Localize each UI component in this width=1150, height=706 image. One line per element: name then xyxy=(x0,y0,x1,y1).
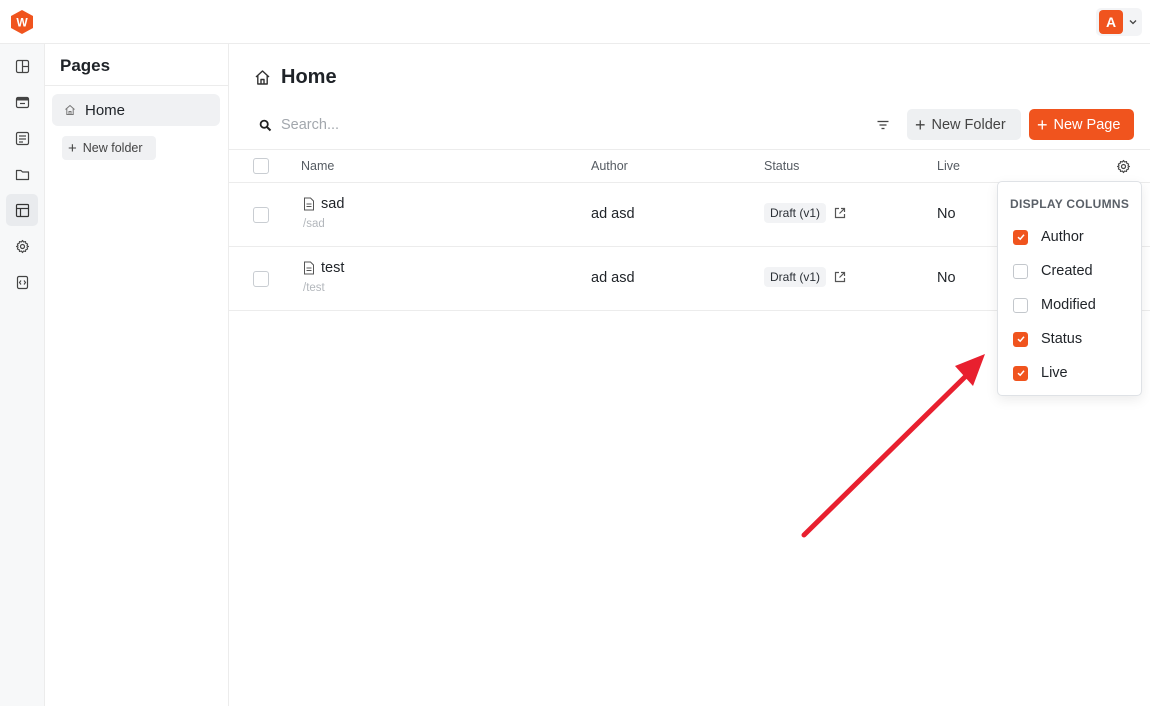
status-cell: Draft (v1) xyxy=(764,267,847,287)
column-header-status[interactable]: Status xyxy=(764,159,799,173)
check-icon xyxy=(1016,370,1025,377)
folder-icon xyxy=(15,169,29,180)
column-settings-gear-icon[interactable] xyxy=(1116,159,1131,174)
svg-text:W: W xyxy=(16,16,28,30)
plus-icon: + xyxy=(915,114,926,135)
author-cell: ad asd xyxy=(591,270,635,286)
chevron-down-icon xyxy=(1129,20,1137,25)
top-bar: W A xyxy=(0,0,1150,44)
status-badge: Draft (v1) xyxy=(764,203,827,223)
column-toggle-created[interactable]: Created xyxy=(1013,261,1093,281)
row-checkbox[interactable] xyxy=(253,271,269,287)
rail-layout-button[interactable] xyxy=(6,50,38,82)
checkbox-checked[interactable] xyxy=(1013,229,1028,245)
app-logo[interactable]: W xyxy=(11,10,33,34)
column-header-author[interactable]: Author xyxy=(591,159,628,173)
rail-document-button[interactable] xyxy=(6,122,38,154)
checkbox-checked[interactable] xyxy=(1013,331,1028,347)
new-page-button-label: New Page xyxy=(1053,116,1121,133)
row-checkbox[interactable] xyxy=(253,207,269,223)
column-toggle-live[interactable]: Live xyxy=(1013,363,1068,383)
select-all-checkbox[interactable] xyxy=(253,158,269,174)
check-icon xyxy=(1016,234,1025,241)
new-folder-label: New folder xyxy=(82,141,143,155)
tree-item-label: Home xyxy=(85,101,126,119)
page-title: Home xyxy=(281,66,337,88)
external-link-icon[interactable] xyxy=(833,270,847,284)
pages-title: Pages xyxy=(60,56,111,75)
layout-icon xyxy=(15,59,29,73)
name-cell[interactable]: sad /sad xyxy=(303,196,344,230)
rail-browser-button[interactable] xyxy=(6,86,38,118)
code-file-icon xyxy=(16,275,28,289)
home-icon xyxy=(65,104,75,115)
new-folder-sidebar-button[interactable]: + New folder xyxy=(62,136,156,160)
status-cell: Draft (v1) xyxy=(764,203,847,223)
page-name[interactable]: sad xyxy=(321,196,344,212)
column-toggle-modified[interactable]: Modified xyxy=(1013,295,1096,315)
home-icon xyxy=(255,70,270,85)
search-input[interactable] xyxy=(281,117,541,133)
table-header: Name Author Status Live xyxy=(229,149,1150,183)
avatar[interactable]: A xyxy=(1099,10,1123,34)
divider xyxy=(45,85,229,86)
live-cell: No xyxy=(937,206,956,222)
search-bar xyxy=(259,116,559,134)
table-icon xyxy=(15,203,29,217)
plus-icon: + xyxy=(68,139,77,157)
status-badge: Draft (v1) xyxy=(764,267,827,287)
gear-icon xyxy=(15,239,29,253)
column-toggle-label: Status xyxy=(1041,331,1083,347)
column-header-name[interactable]: Name xyxy=(301,159,334,173)
rail-table-button[interactable] xyxy=(6,194,38,226)
tree-item-home[interactable]: Home xyxy=(52,94,220,126)
page-slug: /sad xyxy=(303,218,325,230)
document-icon xyxy=(15,131,29,145)
live-cell: No xyxy=(937,270,956,286)
search-icon xyxy=(259,119,272,131)
document-icon xyxy=(304,261,314,275)
new-folder-button[interactable]: + New Folder xyxy=(907,109,1021,140)
page-slug: /test xyxy=(303,282,325,294)
rail-code-button[interactable] xyxy=(6,266,38,298)
checkbox-unchecked[interactable] xyxy=(1013,263,1028,279)
dropdown-title: DISPLAY COLUMNS xyxy=(1010,197,1130,211)
pages-sidebar: Pages Home + New folder xyxy=(45,44,229,706)
user-menu[interactable]: A xyxy=(1096,8,1142,36)
browser-icon xyxy=(15,96,29,108)
page-heading: Home xyxy=(254,66,337,89)
column-toggle-label: Modified xyxy=(1041,297,1096,313)
page-name[interactable]: test xyxy=(321,260,344,276)
rail-settings-button[interactable] xyxy=(6,230,38,262)
filter-icon xyxy=(877,120,889,130)
document-icon xyxy=(304,197,314,211)
check-icon xyxy=(1016,336,1025,343)
column-toggle-author[interactable]: Author xyxy=(1013,227,1084,247)
checkbox-checked[interactable] xyxy=(1013,365,1028,381)
new-page-button[interactable]: + New Page xyxy=(1029,109,1134,140)
checkbox-unchecked[interactable] xyxy=(1013,297,1028,313)
column-toggle-label: Author xyxy=(1041,229,1084,245)
column-toggle-label: Live xyxy=(1041,365,1068,381)
icon-rail xyxy=(0,44,45,706)
plus-icon: + xyxy=(1037,114,1048,135)
author-cell: ad asd xyxy=(591,206,635,222)
name-cell[interactable]: test /test xyxy=(303,260,344,294)
column-header-live[interactable]: Live xyxy=(937,159,960,173)
new-folder-button-label: New Folder xyxy=(931,116,1006,133)
external-link-icon[interactable] xyxy=(833,206,847,220)
display-columns-dropdown: DISPLAY COLUMNS Author Created Modified … xyxy=(997,181,1142,396)
column-toggle-status[interactable]: Status xyxy=(1013,329,1082,349)
column-toggle-label: Created xyxy=(1041,263,1093,279)
filter-button[interactable] xyxy=(874,116,892,134)
rail-folder-button[interactable] xyxy=(6,158,38,190)
